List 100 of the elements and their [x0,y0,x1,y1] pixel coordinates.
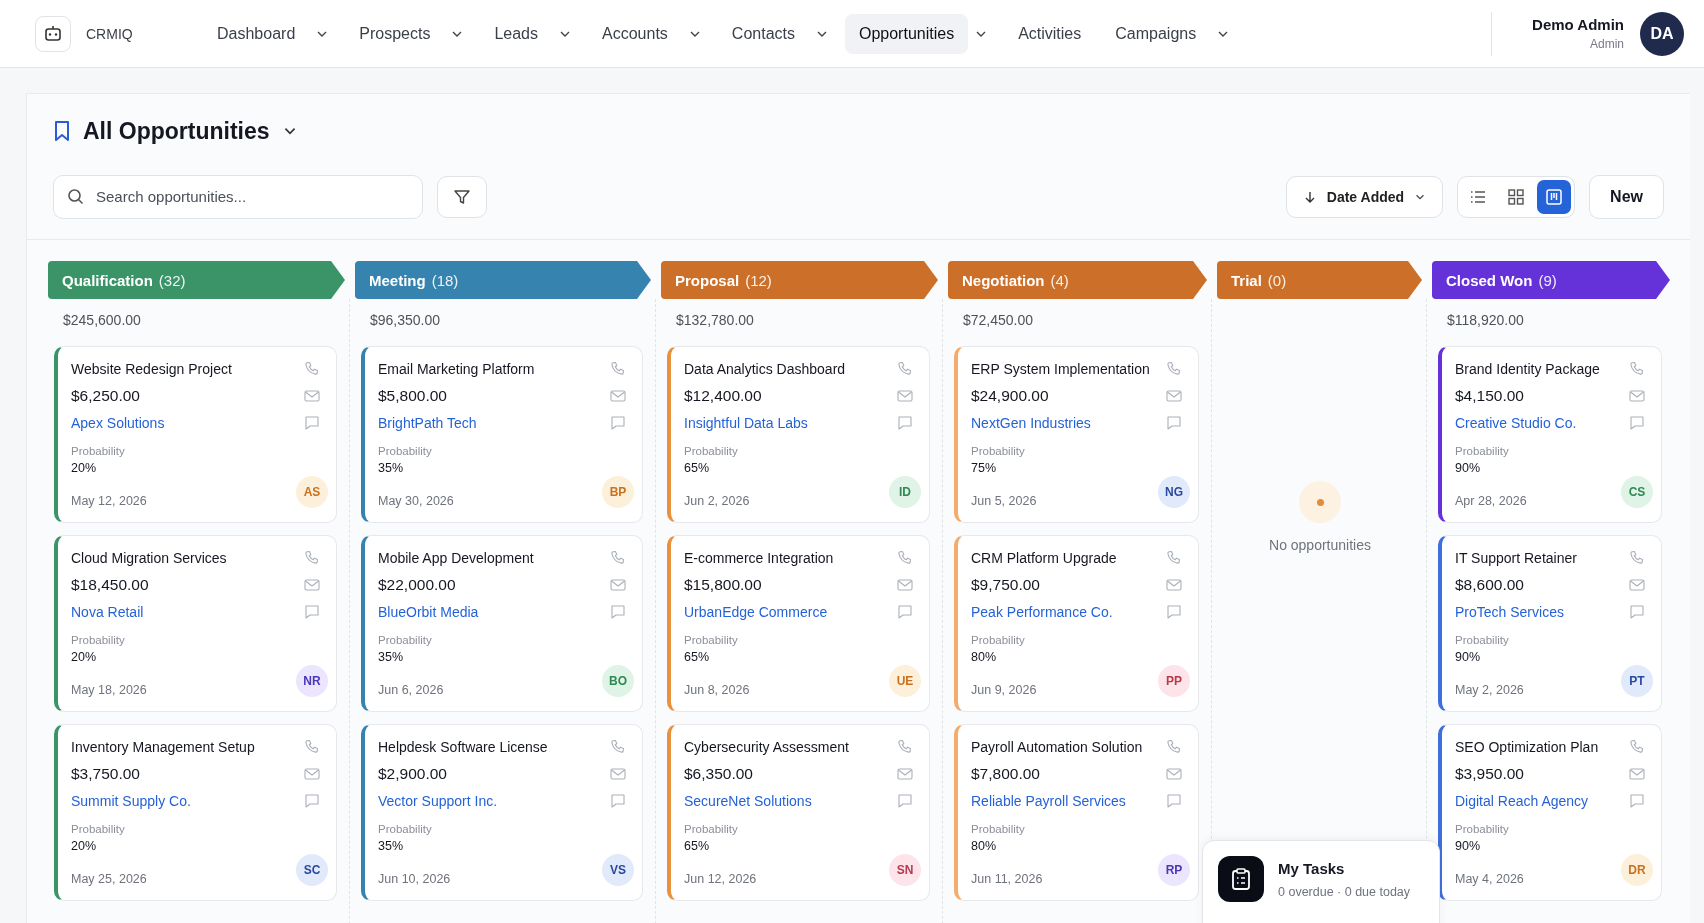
stage-header[interactable]: Meeting (18) [355,261,651,299]
phone-icon[interactable] [897,361,913,377]
mail-icon[interactable] [1166,767,1182,781]
mail-icon[interactable] [304,389,320,403]
opportunity-card[interactable]: Cloud Migration Services $18,450.00 Nova Retail Probability 20% May 18, 2026 NR [54,535,337,712]
phone-icon[interactable] [610,550,626,566]
opportunity-card[interactable]: Brand Identity Package $4,150.00 Creative Studio Co. Probability 90% Apr 28, 2026 CS [1438,346,1662,523]
phone-icon[interactable] [1629,550,1645,566]
filter-button[interactable] [437,175,487,218]
phone-icon[interactable] [897,739,913,755]
comment-icon[interactable] [1629,793,1645,809]
mail-icon[interactable] [1166,578,1182,592]
comment-icon[interactable] [610,793,626,809]
mail-icon[interactable] [1166,389,1182,403]
search-field[interactable]: Search opportunities... [53,174,423,219]
stage-header[interactable]: Closed Won (9) [1432,261,1670,299]
opportunity-card[interactable]: Mobile App Development $22,000.00 BlueOrbit Media Probability 35% Jun 6, 2026 BO [361,535,643,712]
company-link[interactable]: Reliable Payroll Services [971,793,1158,809]
sort-dropdown[interactable]: Date Added [1285,175,1444,218]
robot-logo-icon[interactable] [35,15,71,52]
mail-icon[interactable] [897,389,913,403]
mail-icon[interactable] [1629,389,1645,403]
opportunity-card[interactable]: Website Redesign Project $6,250.00 Apex Solutions Probability 20% May 12, 2026 AS [54,346,337,523]
stage-header[interactable]: Proposal (12) [661,261,938,299]
company-link[interactable]: Nova Retail [71,604,296,620]
mail-icon[interactable] [610,767,626,781]
kanban-view-button[interactable] [1537,179,1572,214]
company-link[interactable]: Creative Studio Co. [1455,415,1621,431]
nav-tab[interactable]: Dashboard [203,13,310,54]
empty-state-icon [1299,481,1341,523]
company-link[interactable]: BlueOrbit Media [378,604,602,620]
opportunity-card[interactable]: Data Analytics Dashboard $12,400.00 Insightful Data Labs Probability 65% Jun 2, 2026 ID [667,346,930,523]
opportunity-card[interactable]: Inventory Management Setup $3,750.00 Summit Supply Co. Probability 20% May 25, 2026 SC [54,724,337,901]
company-link[interactable]: Peak Performance Co. [971,604,1158,620]
phone-icon[interactable] [1629,361,1645,377]
company-link[interactable]: ProTech Services [1455,604,1621,620]
opportunity-card[interactable]: E-commerce Integration $15,800.00 UrbanEdge Commerce Probability 65% Jun 8, 2026 UE [667,535,930,712]
comment-icon[interactable] [1166,793,1182,809]
nav-tab[interactable]: Accounts [588,13,682,54]
stage-header[interactable]: Negotiation (4) [948,261,1207,299]
nav-tab[interactable]: Leads [480,13,552,54]
stage-header[interactable]: Trial (0) [1217,261,1422,299]
company-link[interactable]: Digital Reach Agency [1455,793,1621,809]
opportunity-card[interactable]: Helpdesk Software License $2,900.00 Vector Support Inc. Probability 35% Jun 10, 2026 VS [361,724,643,901]
opportunity-card[interactable]: ERP System Implementation $24,900.00 NextGen Industries Probability 75% Jun 5, 2026 NG [954,346,1199,523]
comment-icon[interactable] [304,793,320,809]
mail-icon[interactable] [304,767,320,781]
comment-icon[interactable] [1629,604,1645,620]
opportunity-card[interactable]: Email Marketing Platform $5,800.00 BrightPath Tech Probability 35% May 30, 2026 BP [361,346,643,523]
phone-icon[interactable] [610,739,626,755]
mail-icon[interactable] [610,578,626,592]
stage-header[interactable]: Qualification (32) [48,261,345,299]
opportunity-card[interactable]: Cybersecurity Assessment $6,350.00 SecureNet Solutions Probability 65% Jun 12, 2026 SN [667,724,930,901]
phone-icon[interactable] [1629,739,1645,755]
mail-icon[interactable] [1629,578,1645,592]
comment-icon[interactable] [897,604,913,620]
nav-tab[interactable]: Activities [1004,13,1096,54]
opportunity-card[interactable]: IT Support Retainer $8,600.00 ProTech Services Probability 90% May 2, 2026 PT [1438,535,1662,712]
comment-icon[interactable] [304,415,320,431]
mail-icon[interactable] [610,389,626,403]
company-link[interactable]: Vector Support Inc. [378,793,602,809]
company-link[interactable]: SecureNet Solutions [684,793,889,809]
company-link[interactable]: UrbanEdge Commerce [684,604,889,620]
user-avatar[interactable]: DA [1640,11,1684,56]
comment-icon[interactable] [1166,415,1182,431]
phone-icon[interactable] [304,361,320,377]
phone-icon[interactable] [1166,361,1182,377]
nav-tab[interactable]: Opportunities [844,13,969,54]
opportunity-title: Cloud Migration Services [71,550,228,566]
phone-icon[interactable] [1166,739,1182,755]
tasks-widget[interactable]: My Tasks 0 overdue · 0 due today [1202,840,1440,923]
mail-icon[interactable] [897,578,913,592]
phone-icon[interactable] [610,361,626,377]
company-link[interactable]: Insightful Data Labs [684,415,889,431]
comment-icon[interactable] [897,415,913,431]
new-button[interactable]: New [1589,174,1664,219]
phone-icon[interactable] [304,739,320,755]
opportunity-card[interactable]: CRM Platform Upgrade $9,750.00 Peak Performance Co. Probability 80% Jun 9, 2026 PP [954,535,1199,712]
mail-icon[interactable] [1629,767,1645,781]
view-title[interactable]: All Opportunities [83,117,270,145]
comment-icon[interactable] [1629,415,1645,431]
comment-icon[interactable] [610,604,626,620]
nav-tab[interactable]: Campaigns [1101,13,1211,54]
comment-icon[interactable] [304,604,320,620]
phone-icon[interactable] [304,550,320,566]
company-link[interactable]: NextGen Industries [971,415,1158,431]
opportunity-card[interactable]: Payroll Automation Solution $7,800.00 Reliable Payroll Services Probability 80% Jun 11, 2026 RP [954,724,1199,901]
comment-icon[interactable] [897,793,913,809]
nav-tab[interactable]: Prospects [345,13,445,54]
nav-tab[interactable]: Contacts [717,13,809,54]
phone-icon[interactable] [1166,550,1182,566]
opportunity-card[interactable]: SEO Optimization Plan $3,950.00 Digital Reach Agency Probability 90% May 4, 2026 DR [1438,724,1662,901]
company-link[interactable]: Apex Solutions [71,415,296,431]
comment-icon[interactable] [1166,604,1182,620]
mail-icon[interactable] [304,578,320,592]
mail-icon[interactable] [897,767,913,781]
phone-icon[interactable] [897,550,913,566]
company-link[interactable]: Summit Supply Co. [71,793,296,809]
comment-icon[interactable] [610,415,626,431]
company-link[interactable]: BrightPath Tech [378,415,602,431]
